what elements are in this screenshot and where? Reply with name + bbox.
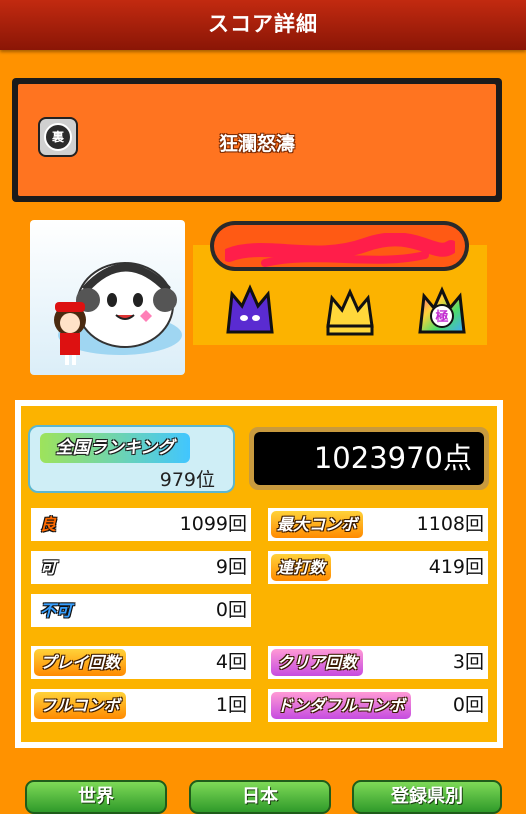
stat-label-play-count: プレイ回数 (34, 649, 127, 676)
stat-value-ka: 9回 (215, 556, 247, 578)
score-box: 1023970点 (249, 427, 489, 490)
stat-value-ryo: 1099回 (179, 513, 247, 535)
stat-row-play-count: プレイ回数 4回 (31, 646, 251, 679)
world-ranking-button[interactable]: 世界 (25, 780, 167, 814)
gold-crown-icon (326, 288, 374, 336)
stat-label-ryo: 良 (40, 515, 57, 534)
stat-label-donderful-combo: ドンダフルコンボ (271, 692, 411, 719)
national-ranking-box: 全国ランキング 979位 (28, 425, 235, 493)
song-title: 狂瀾怒濤 (218, 133, 295, 155)
stat-label-renda: 連打数 (271, 554, 332, 581)
stat-value-renda: 419回 (428, 556, 484, 578)
stat-value-max-combo: 1108回 (416, 513, 484, 535)
stat-label-max-combo: 最大コンボ (271, 511, 364, 538)
prefecture-ranking-button[interactable]: 登録県別 (352, 780, 502, 814)
player-avatar (30, 220, 185, 375)
stat-row-clear-count: クリア回数 3回 (268, 646, 488, 679)
purple-demon-crown-icon (226, 284, 274, 334)
stat-value-donderful-combo: 0回 (452, 694, 484, 716)
stat-value-play-count: 4回 (215, 651, 247, 673)
stat-row-fuka: 不可 0回 (31, 594, 251, 627)
stat-label-ka: 可 (40, 558, 57, 577)
stat-label-fuka: 不可 (40, 601, 73, 620)
stat-value-clear-count: 3回 (452, 651, 484, 673)
stat-row-max-combo: 最大コンボ 1108回 (268, 508, 488, 541)
stat-row-full-combo: フルコンボ 1回 (31, 689, 251, 722)
page-title: スコア詳細 (208, 12, 318, 36)
song-banner: 裏 狂瀾怒濤 (12, 78, 502, 202)
stat-label-full-combo: フルコンボ (34, 692, 126, 719)
song-banner-inner: 裏 狂瀾怒濤 (18, 84, 496, 196)
japan-ranking-button[interactable]: 日本 (189, 780, 331, 814)
avatar-illustration (54, 262, 182, 365)
stat-row-ryo: 良 1099回 (31, 508, 251, 541)
stat-label-clear-count: クリア回数 (271, 649, 364, 676)
svg-text:極: 極 (434, 309, 448, 325)
national-ranking-value: 979位 (159, 469, 215, 491)
score-value: 1023970点 (254, 432, 484, 485)
stat-value-fuka: 0回 (215, 599, 247, 621)
rainbow-kiwami-icon: 極 (418, 286, 466, 334)
redaction-scribble (225, 233, 455, 267)
stat-row-ka: 可 9回 (31, 551, 251, 584)
national-ranking-label: 全国ランキング (40, 433, 190, 463)
stat-value-full-combo: 1回 (215, 694, 247, 716)
header-bar: スコア詳細 (0, 0, 526, 50)
stat-row-renda: 連打数 419回 (268, 551, 488, 584)
stat-row-donderful-combo: ドンダフルコンボ 0回 (268, 689, 488, 722)
